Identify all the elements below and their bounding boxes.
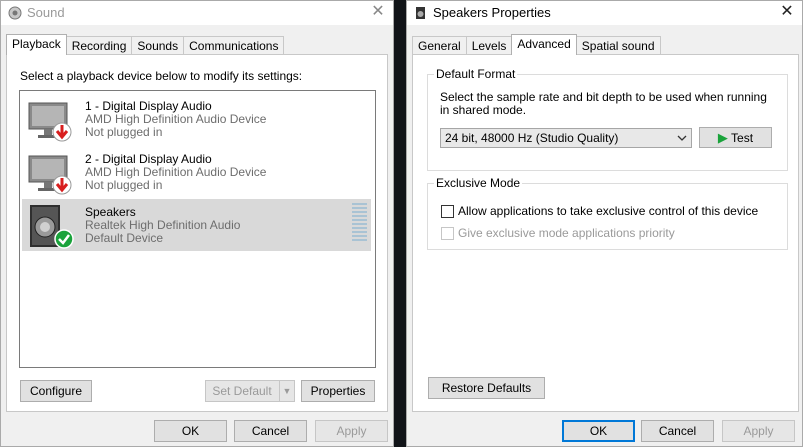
tab-communications[interactable]: Communications bbox=[183, 36, 285, 55]
checkbox-box[interactable] bbox=[441, 204, 454, 218]
format-select[interactable]: 24 bit, 48000 Hz (Studio Quality) bbox=[440, 128, 692, 148]
checkbox-box[interactable] bbox=[441, 226, 454, 240]
checkbox-label: Give exclusive mode applications priorit… bbox=[458, 226, 675, 240]
set-default-button[interactable]: Set Default ▼ bbox=[205, 380, 295, 402]
monitor-unplugged-icon bbox=[28, 155, 72, 195]
tab-advanced[interactable]: Advanced bbox=[511, 34, 577, 55]
device-status: Not plugged in bbox=[85, 178, 163, 192]
play-icon: ▶ bbox=[717, 130, 728, 145]
group-title: Exclusive Mode bbox=[434, 176, 523, 190]
tab-sounds[interactable]: Sounds bbox=[131, 36, 185, 55]
tab-levels[interactable]: Levels bbox=[465, 36, 513, 55]
sound-tabs: Playback Recording Sounds Communications bbox=[6, 34, 285, 55]
allow-exclusive-checkbox[interactable]: Allow applications to take exclusive con… bbox=[441, 204, 758, 218]
instruction-text: Select a playback device below to modify… bbox=[20, 69, 303, 83]
restore-defaults-button[interactable]: Restore Defaults bbox=[428, 377, 545, 399]
speaker-app-icon bbox=[416, 7, 425, 19]
checkbox-label: Allow applications to take exclusive con… bbox=[458, 204, 759, 218]
cancel-button[interactable]: Cancel bbox=[641, 420, 714, 442]
default-format-group: Default Format Select the sample rate an… bbox=[427, 67, 788, 171]
close-icon[interactable]: ✕ bbox=[778, 3, 796, 21]
exclusive-mode-group: Exclusive Mode Allow applications to tak… bbox=[427, 176, 788, 250]
list-item-selected[interactable]: Speakers Realtek High Definition Audio D… bbox=[22, 199, 371, 251]
chevron-down-icon[interactable]: ▼ bbox=[279, 381, 294, 401]
volume-meter bbox=[352, 203, 367, 244]
chevron-down-icon bbox=[677, 135, 687, 141]
format-description: Select the sample rate and bit depth to … bbox=[440, 91, 767, 117]
test-label: Test bbox=[731, 131, 754, 145]
device-name: 2 - Digital Display Audio bbox=[85, 152, 212, 166]
tab-recording[interactable]: Recording bbox=[65, 36, 133, 55]
cancel-button[interactable]: Cancel bbox=[234, 420, 307, 442]
set-default-label: Set Default bbox=[212, 384, 272, 398]
playback-panel: Select a playback device below to modify… bbox=[6, 54, 388, 412]
properties-tabs: General Levels Advanced Spatial sound bbox=[412, 34, 661, 55]
device-driver: Realtek High Definition Audio bbox=[85, 218, 241, 232]
speaker-app-icon bbox=[8, 6, 22, 20]
sound-window: Sound ✕ Playback Recording Sounds Commun… bbox=[0, 0, 394, 447]
description-line: in shared mode. bbox=[440, 103, 527, 117]
tab-spatial-sound[interactable]: Spatial sound bbox=[575, 36, 661, 55]
apply-button[interactable]: Apply bbox=[315, 420, 388, 442]
window-title: Speakers Properties bbox=[433, 5, 551, 20]
properties-button[interactable]: Properties bbox=[301, 380, 375, 402]
device-name: 1 - Digital Display Audio bbox=[85, 99, 212, 113]
device-status: Default Device bbox=[85, 231, 164, 245]
list-item[interactable]: 2 - Digital Display Audio AMD High Defin… bbox=[22, 146, 371, 198]
exclusive-priority-checkbox[interactable]: Give exclusive mode applications priorit… bbox=[441, 226, 675, 240]
apply-button[interactable]: Apply bbox=[722, 420, 795, 442]
device-name: Speakers bbox=[85, 205, 136, 219]
properties-titlebar[interactable]: Speakers Properties ✕ bbox=[407, 1, 802, 25]
device-driver: AMD High Definition Audio Device bbox=[85, 165, 267, 179]
ok-button[interactable]: OK bbox=[562, 420, 635, 442]
device-status: Not plugged in bbox=[85, 125, 163, 139]
configure-button[interactable]: Configure bbox=[20, 380, 92, 402]
device-driver: AMD High Definition Audio Device bbox=[85, 112, 267, 126]
ok-button[interactable]: OK bbox=[154, 420, 227, 442]
desktop-background bbox=[394, 0, 406, 447]
list-item[interactable]: 1 - Digital Display Audio AMD High Defin… bbox=[22, 93, 371, 145]
tab-general[interactable]: General bbox=[412, 36, 467, 55]
group-title: Default Format bbox=[434, 67, 518, 81]
speaker-default-icon bbox=[30, 205, 74, 249]
format-value: 24 bit, 48000 Hz (Studio Quality) bbox=[445, 131, 619, 145]
advanced-panel: Default Format Select the sample rate an… bbox=[412, 54, 799, 412]
device-list[interactable]: 1 - Digital Display Audio AMD High Defin… bbox=[19, 90, 376, 368]
close-icon[interactable]: ✕ bbox=[369, 3, 387, 21]
monitor-unplugged-icon bbox=[28, 102, 72, 142]
speakers-properties-window: Speakers Properties ✕ General Levels Adv… bbox=[406, 0, 803, 447]
window-title: Sound bbox=[27, 5, 65, 20]
test-button[interactable]: ▶ Test bbox=[699, 127, 772, 148]
tab-playback[interactable]: Playback bbox=[6, 34, 67, 55]
sound-titlebar[interactable]: Sound ✕ bbox=[1, 1, 393, 25]
